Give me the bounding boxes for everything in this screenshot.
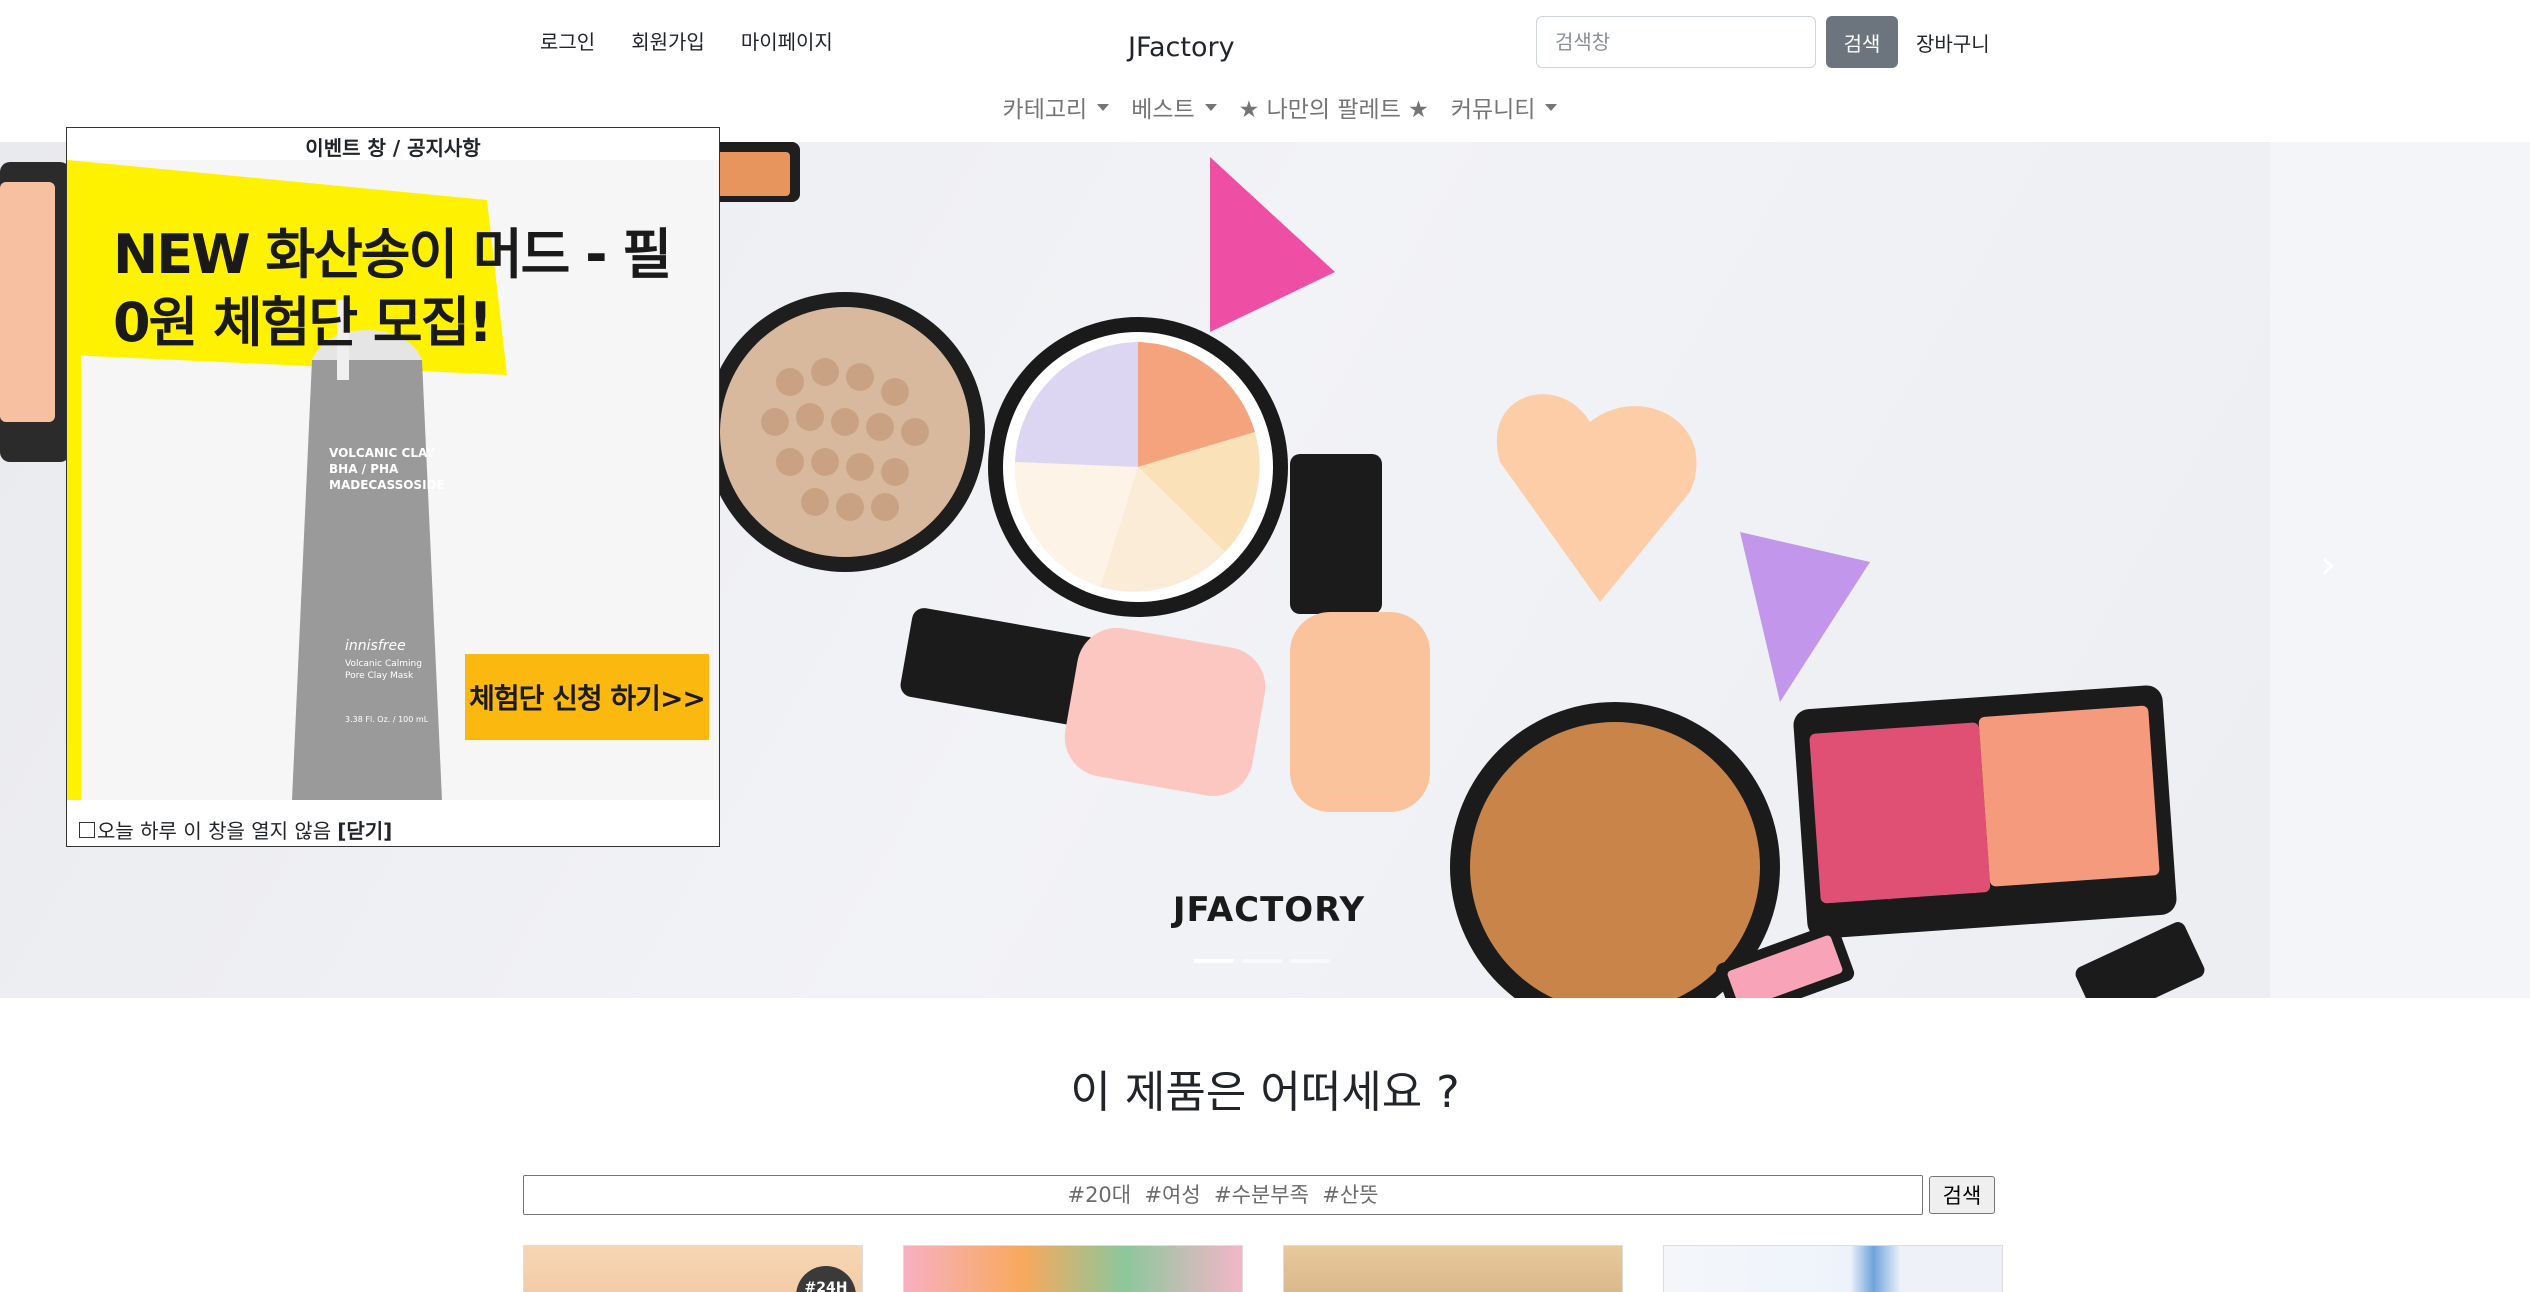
header-search: 검색 장바구니 xyxy=(1536,16,1990,68)
nav-my-palette[interactable]: ★ 나만의 팔레트 ★ xyxy=(1239,90,1429,124)
tag-search-form: 검색 xyxy=(523,1175,1995,1215)
banner-headline-2: 0원 체험단 모집! xyxy=(113,291,493,354)
carousel-indicator[interactable] xyxy=(1242,959,1282,963)
product-card[interactable] xyxy=(903,1245,1243,1292)
popup-footer: 오늘 하루 이 창을 열지 않음 [닫기] xyxy=(79,815,392,844)
nav-my-palette-label: ★ 나만의 팔레트 ★ xyxy=(1238,97,1429,123)
hero-caption: JFACTORY xyxy=(1172,890,1366,930)
product-labels: VOLCANIC CLAY BHA / PHA MADECASSOSIDE xyxy=(329,446,445,492)
main-nav: 카테고리 베스트 ★ 나만의 팔레트 ★ 커뮤니티 xyxy=(0,90,2530,124)
nav-community-label: 커뮤니티 xyxy=(1450,97,1536,123)
apply-trial-button[interactable]: 체험단 신청 하기>> xyxy=(465,654,709,740)
product-card[interactable]: #24H xyxy=(523,1245,863,1292)
product-volume: 3.38 Fl. Oz. / 100 mL xyxy=(345,715,429,724)
mypage-link[interactable]: 마이페이지 xyxy=(741,26,833,55)
login-link[interactable]: 로그인 xyxy=(540,26,595,55)
nav-category-label: 카테고리 xyxy=(1002,97,1088,123)
brand-logo[interactable]: JFactory xyxy=(1128,32,1235,63)
search-button[interactable]: 검색 xyxy=(1826,16,1898,68)
dont-show-label: 오늘 하루 이 창을 열지 않음 xyxy=(97,819,332,843)
nav-community[interactable]: 커뮤니티 xyxy=(1451,90,1558,124)
recommend-title: 이 제품은 어떠세요 ? xyxy=(1070,1067,1460,1118)
carousel-indicator[interactable] xyxy=(1194,959,1234,963)
product-name: Volcanic Calming Pore Clay Mask xyxy=(345,659,422,681)
product-card[interactable] xyxy=(1663,1245,2003,1292)
carousel-indicators xyxy=(1194,959,1330,963)
caret-down-icon xyxy=(1545,103,1558,111)
carousel-indicator[interactable] xyxy=(1290,959,1330,963)
cart-link[interactable]: 장바구니 xyxy=(1916,28,1990,57)
popup-close-link[interactable]: [닫기] xyxy=(337,815,392,844)
product-badge: #24H xyxy=(796,1266,856,1292)
product-card[interactable] xyxy=(1283,1245,1623,1292)
event-banner[interactable]: NEW 화산송이 머드 - 필 0원 체험단 모집! VOLCANIC CLAY… xyxy=(67,160,719,800)
nav-best-label: 베스트 xyxy=(1131,97,1195,123)
popup-title: 이벤트 창 / 공지사항 xyxy=(305,136,481,160)
caret-down-icon xyxy=(1204,103,1217,111)
top-links: 로그인 회원가입 마이페이지 xyxy=(540,26,833,55)
nav-best[interactable]: 베스트 xyxy=(1131,90,1217,124)
tag-search-button[interactable]: 검색 xyxy=(1929,1176,1995,1214)
nav-category[interactable]: 카테고리 xyxy=(1003,90,1110,124)
search-input[interactable] xyxy=(1536,16,1816,68)
product-brand: innisfree xyxy=(345,638,406,654)
dont-show-checkbox[interactable] xyxy=(79,821,95,838)
tag-search-input[interactable] xyxy=(523,1175,1923,1215)
signup-link[interactable]: 회원가입 xyxy=(631,26,705,55)
event-popup: 이벤트 창 / 공지사항 NEW 화산송이 머드 - 필 0원 체험단 모집! … xyxy=(66,127,720,847)
product-cards: #24H xyxy=(523,1245,2003,1292)
carousel-next-icon[interactable]: › xyxy=(2320,542,2360,602)
page: 로그인 회원가입 마이페이지 JFactory 검색 장바구니 카테고리 베스트… xyxy=(0,0,2530,1292)
caret-down-icon xyxy=(1097,103,1110,111)
